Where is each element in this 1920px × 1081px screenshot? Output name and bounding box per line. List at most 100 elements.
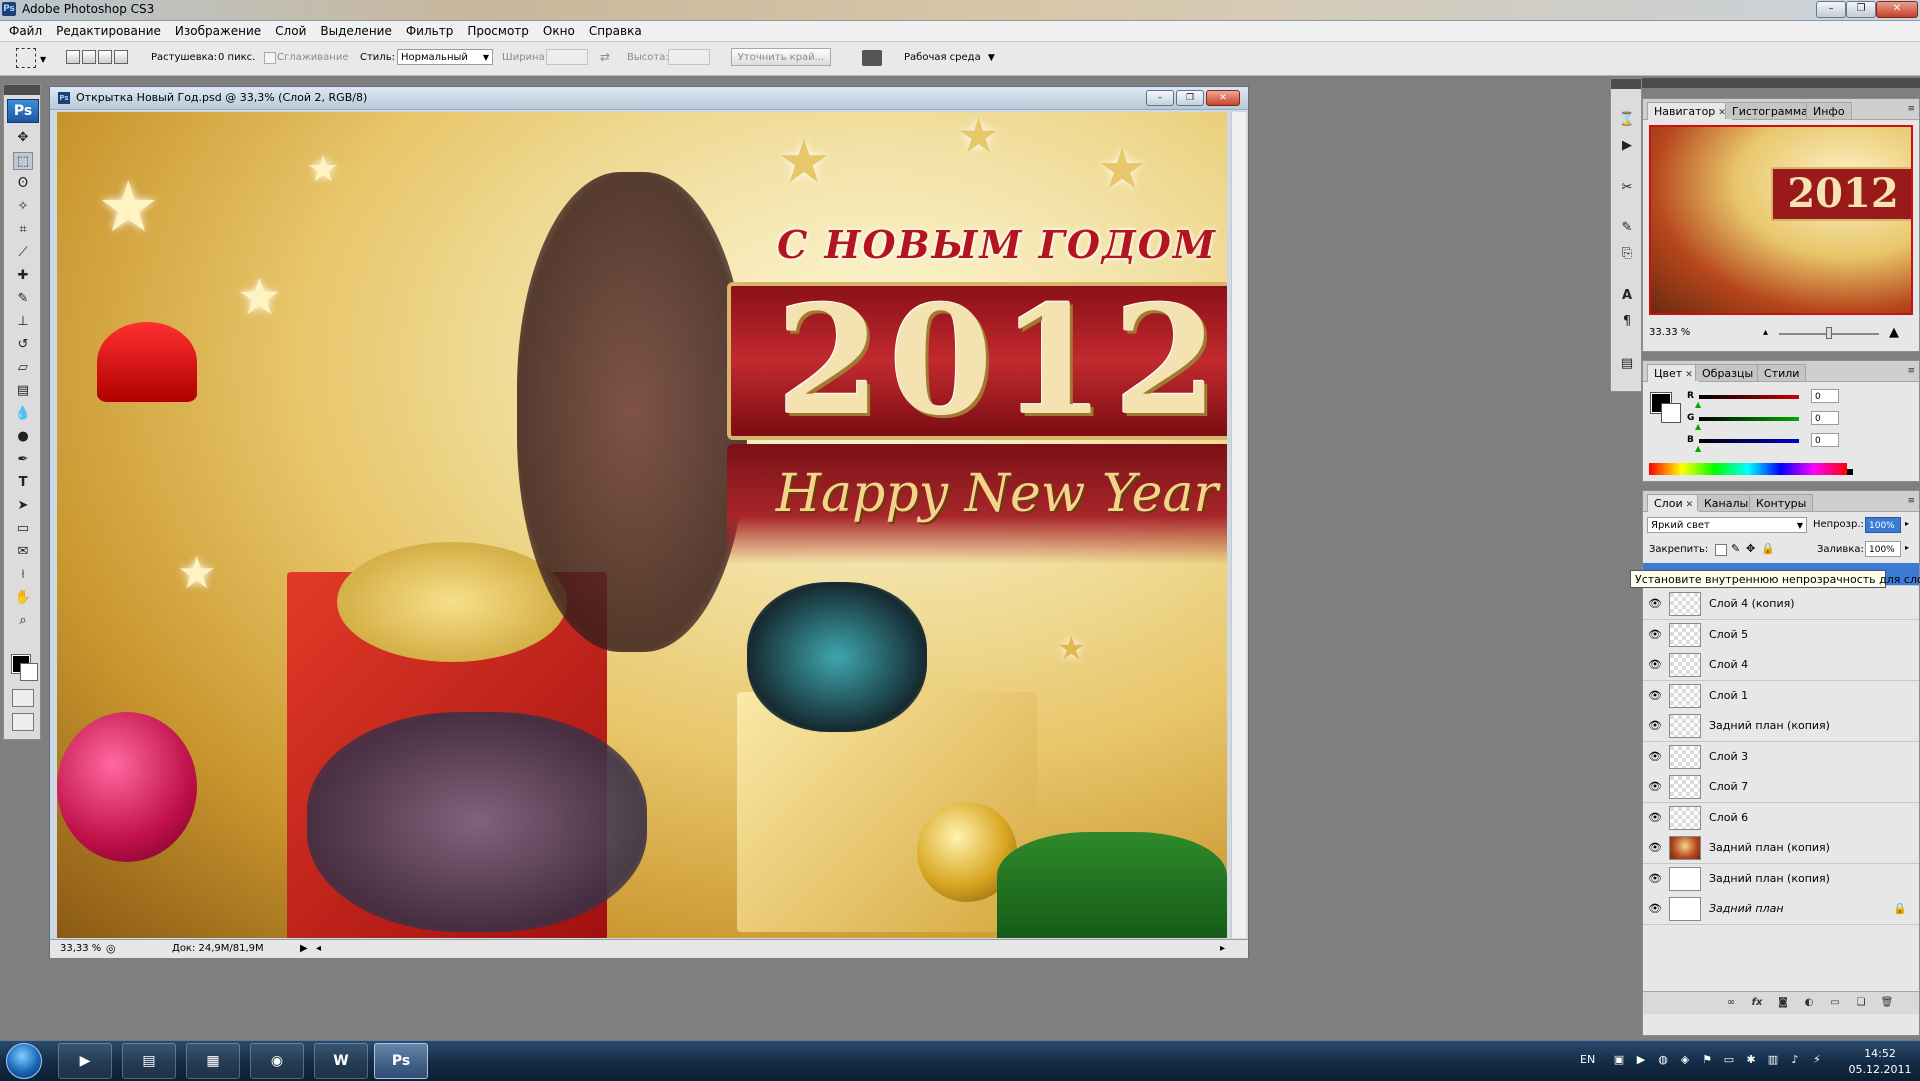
lock-position-icon[interactable]: ✥ <box>1746 542 1755 555</box>
background-color-swatch[interactable] <box>20 663 38 681</box>
doc-restore-button[interactable]: ❐ <box>1176 90 1204 106</box>
tray-network-icon[interactable]: ▥ <box>1766 1053 1780 1067</box>
type-tool-icon[interactable]: T <box>13 474 33 492</box>
clock-date[interactable]: 05.12.2011 <box>1848 1063 1912 1076</box>
chrome-taskbar-icon[interactable]: ◉ <box>250 1043 304 1079</box>
tab-channels[interactable]: Каналы <box>1697 494 1756 511</box>
new-layer-icon[interactable]: ❏ <box>1853 996 1869 1010</box>
zoom-in-icon[interactable]: ▲ <box>1889 325 1899 340</box>
channel-value-field[interactable]: 0 <box>1811 411 1839 425</box>
tab-info[interactable]: Инфо <box>1806 102 1852 119</box>
layer-row[interactable]: 👁 Слой 4 <box>1643 650 1919 681</box>
opacity-arrow-icon[interactable]: ▸ <box>1905 519 1909 528</box>
path-select-tool-icon[interactable]: ➤ <box>13 497 33 515</box>
panel-menu-icon[interactable]: ≡ <box>1907 366 1915 376</box>
menu-item[interactable]: Слой <box>268 21 313 41</box>
scroll-right-icon[interactable]: ▸ <box>1220 943 1225 954</box>
brushes-panel-icon[interactable]: ✎ <box>1618 219 1636 237</box>
channel-slider[interactable] <box>1699 439 1799 443</box>
tool-presets-icon[interactable]: ✂ <box>1618 179 1636 197</box>
tray-player-icon[interactable]: ▶ <box>1634 1053 1648 1067</box>
channel-value-field[interactable]: 0 <box>1811 389 1839 403</box>
shape-tool-icon[interactable]: ▭ <box>13 520 33 538</box>
brush-tool-icon[interactable]: ✎ <box>13 290 33 308</box>
lock-pixels-icon[interactable]: ✎ <box>1731 542 1740 555</box>
channel-slider[interactable] <box>1699 395 1799 399</box>
menu-item[interactable]: Редактирование <box>49 21 168 41</box>
intersect-selection-icon[interactable] <box>114 50 128 64</box>
tray-security-icon[interactable]: ◈ <box>1678 1053 1692 1067</box>
quick-mask-icon[interactable] <box>12 689 34 707</box>
adjustment-layer-icon[interactable]: ◐ <box>1801 996 1817 1010</box>
lock-all-icon[interactable]: 🔒 <box>1761 542 1775 555</box>
pen-tool-icon[interactable]: ✒ <box>13 451 33 469</box>
zoom-tool-icon[interactable]: ⌕ <box>13 612 33 630</box>
clock-time[interactable]: 14:52 <box>1848 1047 1912 1060</box>
history-panel-icon[interactable]: ⌛ <box>1618 111 1636 129</box>
notes-tool-icon[interactable]: ✉ <box>13 543 33 561</box>
fill-arrow-icon[interactable]: ▸ <box>1905 543 1909 552</box>
slice-tool-icon[interactable]: ⟋ <box>13 244 33 262</box>
move-tool-icon[interactable]: ✥ <box>13 129 33 147</box>
clone-source-icon[interactable]: ⎘ <box>1618 245 1636 263</box>
blend-mode-select[interactable]: Яркий свет ▼ <box>1647 517 1807 533</box>
subtract-selection-icon[interactable] <box>98 50 112 64</box>
crop-tool-icon[interactable]: ⌗ <box>13 221 33 239</box>
dodge-tool-icon[interactable]: ● <box>13 428 33 446</box>
channel-slider[interactable] <box>1699 417 1799 421</box>
layer-visibility-eye-icon[interactable]: 👁 <box>1647 718 1663 734</box>
layer-row[interactable]: 👁 Задний план (копия) <box>1643 833 1919 864</box>
tray-bluetooth-icon[interactable]: ✱ <box>1744 1053 1758 1067</box>
document-titlebar[interactable]: Ps Открытка Новый Год.psd @ 33,3% (Слой … <box>50 87 1248 110</box>
magic-wand-tool-icon[interactable]: ✧ <box>13 198 33 216</box>
menu-item[interactable]: Просмотр <box>460 21 536 41</box>
style-select[interactable]: Нормальный ▼ <box>397 49 493 65</box>
layer-visibility-eye-icon[interactable]: 👁 <box>1647 596 1663 612</box>
height-field[interactable] <box>668 49 710 65</box>
tray-chat-icon[interactable]: ◍ <box>1656 1053 1670 1067</box>
black-swatch[interactable] <box>1847 469 1853 475</box>
tools-palette-header[interactable] <box>4 85 40 95</box>
tab-navigator[interactable]: Навигатор ✕ <box>1647 102 1733 120</box>
layer-row[interactable]: 👁 Задний план 🔒 <box>1643 894 1919 925</box>
layer-comps-icon[interactable]: ▤ <box>1618 355 1636 373</box>
gradient-tool-icon[interactable]: ▤ <box>13 382 33 400</box>
layer-row[interactable]: 👁 Слой 1 <box>1643 680 1919 712</box>
tray-volume-icon[interactable]: ♪ <box>1788 1053 1802 1067</box>
navigator-thumbnail[interactable]: 2012 <box>1649 125 1913 315</box>
navigator-zoom-value[interactable]: 33.33 % <box>1649 327 1690 338</box>
strip-header[interactable] <box>1611 79 1641 89</box>
layer-row[interactable]: 👁 Слой 4 (копия) <box>1643 589 1919 620</box>
new-group-icon[interactable]: ▭ <box>1827 996 1843 1010</box>
paragraph-panel-icon[interactable]: ¶ <box>1618 313 1636 331</box>
channel-slider-handle[interactable]: ▲ <box>1695 444 1701 453</box>
workspace-menu[interactable]: Рабочая среда ▼ <box>904 52 995 63</box>
hand-tool-icon[interactable]: ✋ <box>13 589 33 607</box>
layer-visibility-eye-icon[interactable]: 👁 <box>1647 657 1663 673</box>
tray-app-icon[interactable]: ▣ <box>1612 1053 1626 1067</box>
width-field[interactable] <box>546 49 588 65</box>
layer-row[interactable]: 👁 Задний план (копия) <box>1643 863 1919 895</box>
actions-panel-icon[interactable]: ▶ <box>1618 137 1636 155</box>
menu-item[interactable]: Окно <box>536 21 582 41</box>
palette-well-icon[interactable] <box>862 50 882 66</box>
layer-style-icon[interactable]: fx <box>1749 996 1765 1010</box>
tray-flag-icon[interactable]: ⚑ <box>1700 1053 1714 1067</box>
layer-visibility-eye-icon[interactable]: 👁 <box>1647 901 1663 917</box>
preset-dropdown-icon[interactable]: ▼ <box>40 55 46 64</box>
scroll-left-icon[interactable]: ◂ <box>316 943 321 954</box>
word-taskbar-icon[interactable]: W <box>314 1043 368 1079</box>
history-brush-tool-icon[interactable]: ↺ <box>13 336 33 354</box>
screen-mode-icon[interactable] <box>12 713 34 731</box>
doc-minimize-button[interactable]: – <box>1146 90 1174 106</box>
tab-swatches[interactable]: Образцы <box>1695 364 1761 381</box>
tab-color[interactable]: Цвет ✕ <box>1647 364 1700 382</box>
fill-field[interactable]: 100% <box>1865 541 1901 557</box>
feather-value[interactable]: 0 пикс. <box>218 52 255 63</box>
layer-visibility-eye-icon[interactable]: 👁 <box>1647 688 1663 704</box>
character-panel-icon[interactable]: A <box>1618 287 1636 305</box>
channel-slider-handle[interactable]: ▲ <box>1695 400 1701 409</box>
eyedropper-tool-icon[interactable]: ⟊ <box>13 566 33 584</box>
stamp-tool-icon[interactable]: ⊥ <box>13 313 33 331</box>
status-menu-arrow-icon[interactable]: ▶ <box>300 943 308 954</box>
